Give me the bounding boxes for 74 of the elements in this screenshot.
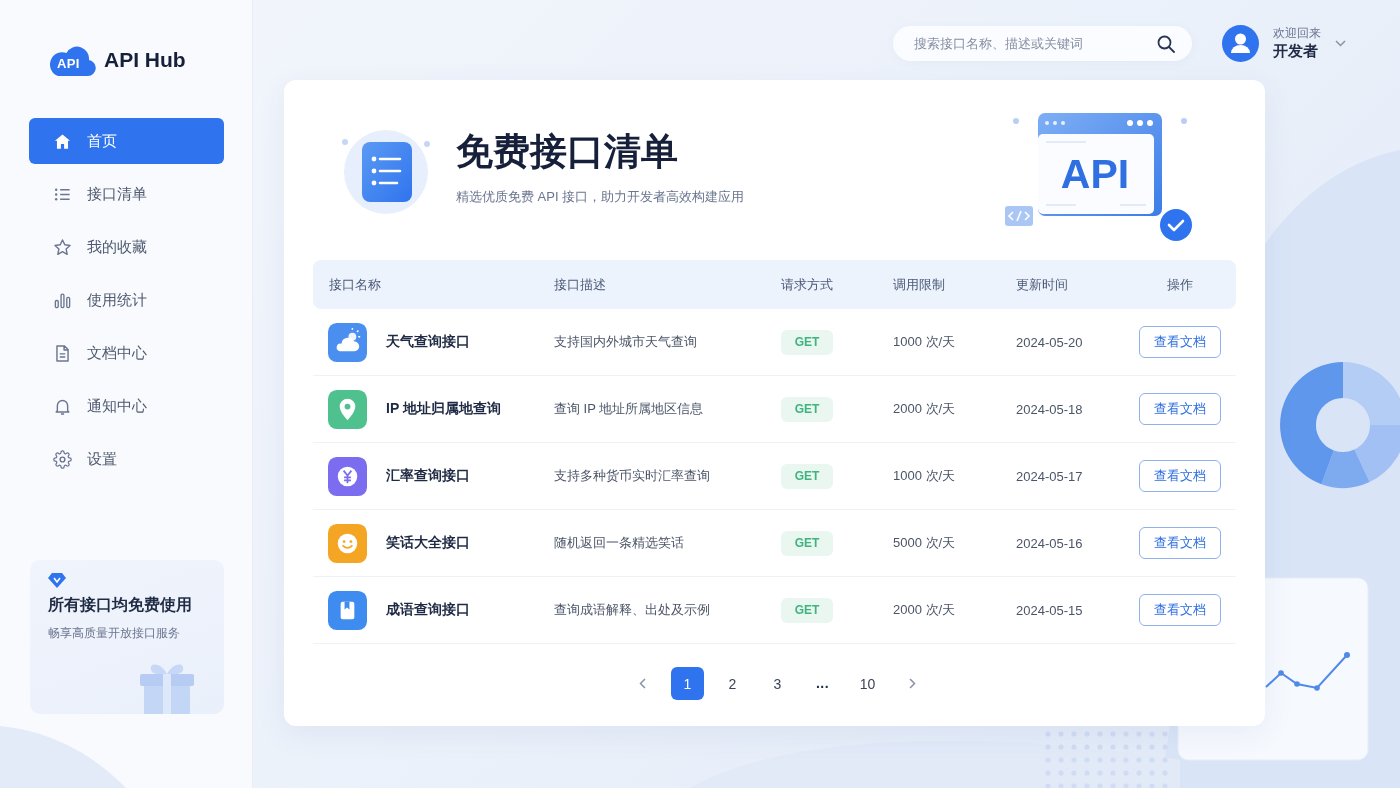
sidebar-item[interactable]: 设置 [29,436,224,482]
view-docs-button[interactable]: 查看文档 [1139,527,1221,559]
method-badge: GET [781,396,833,422]
update-date: 2024-05-15 [1016,602,1084,618]
rate-limit: 1000 次/天 [893,467,957,485]
column-header: 更新时间 [1016,275,1069,294]
api-description: 支持国内外城市天气查询 [554,333,698,351]
api-description: 支持多种货币实时汇率查询 [554,467,711,485]
update-date: 2024-05-16 [1016,535,1084,551]
method-badge: GET [781,329,833,355]
rate-limit: 2000 次/天 [893,400,957,418]
api-description: 查询成语解释、出处及示例 [554,601,711,619]
code-icon [1005,205,1033,226]
cloud-icon [50,44,96,76]
rate-limit: 2000 次/天 [893,601,957,619]
logo-text: API Hub [104,48,186,72]
logo-badge-text: API [57,56,80,72]
column-header: 操作 [1166,275,1194,294]
dot-icon [1013,117,1019,124]
method-badge: GET [781,530,833,556]
bar-chart-icon [53,290,72,310]
api-name: 天气查询接口 [386,333,470,351]
chevron-left-icon [639,678,646,689]
dot-icon [1181,117,1187,124]
rate-limit: 5000 次/天 [893,534,957,552]
star-icon [53,237,72,257]
sidebar-item[interactable]: 我的收藏 [29,224,224,270]
user-name: 开发者 [1273,41,1319,61]
page-title: 免费接口清单 [456,130,679,174]
sidebar-item[interactable]: 接口清单 [29,171,224,217]
sidebar-item[interactable]: 使用统计 [29,277,224,323]
method-badge: GET [781,463,833,489]
view-docs-button[interactable]: 查看文档 [1139,393,1221,425]
api-description: 查询 IP 地址所属地区信息 [554,400,705,418]
api-name: 成语查询接口 [386,601,470,619]
page-subtitle: 精选优质免费 API 接口，助力开发者高效构建应用 [456,188,745,206]
column-header: 请求方式 [781,275,834,294]
update-date: 2024-05-17 [1016,468,1084,484]
column-header: 接口名称 [329,275,382,294]
update-date: 2024-05-18 [1016,401,1084,417]
promo-title: 所有接口均免费使用 [48,595,192,615]
api-label: API [1060,150,1130,197]
search-field[interactable]: 搜索接口名称、描述或关键词 [893,25,1192,61]
method-badge: GET [781,597,833,623]
view-docs-button[interactable]: 查看文档 [1139,460,1221,492]
settings-icon [53,449,72,469]
chevron-right-icon [909,678,916,689]
column-header: 接口描述 [554,275,607,294]
page-button[interactable]: 10 [851,667,884,700]
api-description: 随机返回一条精选笑话 [554,534,685,552]
update-date: 2024-05-20 [1016,334,1084,350]
chevron-down-icon[interactable] [1335,39,1346,47]
sidebar-item[interactable]: 首页 [29,118,224,164]
sidebar-item[interactable]: 通知中心 [29,383,224,429]
sidebar-item[interactable]: 文档中心 [29,330,224,376]
view-docs-button[interactable]: 查看文档 [1139,594,1221,626]
view-docs-button[interactable]: 查看文档 [1139,326,1221,358]
check-circle-icon [1160,208,1192,241]
document-icon [53,343,72,363]
search-icon[interactable] [1157,34,1175,53]
promo-subtitle: 畅享高质量开放接口服务 [48,625,180,641]
api-name: 笑话大全接口 [386,534,470,552]
rate-limit: 1000 次/天 [893,333,957,351]
welcome-text: 欢迎回来 [1273,25,1321,41]
home-icon [53,131,72,151]
page-button[interactable]: 3 [761,667,794,700]
api-name: IP 地址归属地查询 [386,400,501,418]
user-avatar-icon[interactable] [1222,24,1259,62]
column-header: 调用限制 [893,275,946,294]
page-button[interactable]: 2 [716,667,749,700]
diamond-icon [48,573,66,588]
page-ellipsis: ... [814,674,831,693]
page-button[interactable]: 1 [671,667,704,700]
api-name: 汇率查询接口 [386,467,470,485]
